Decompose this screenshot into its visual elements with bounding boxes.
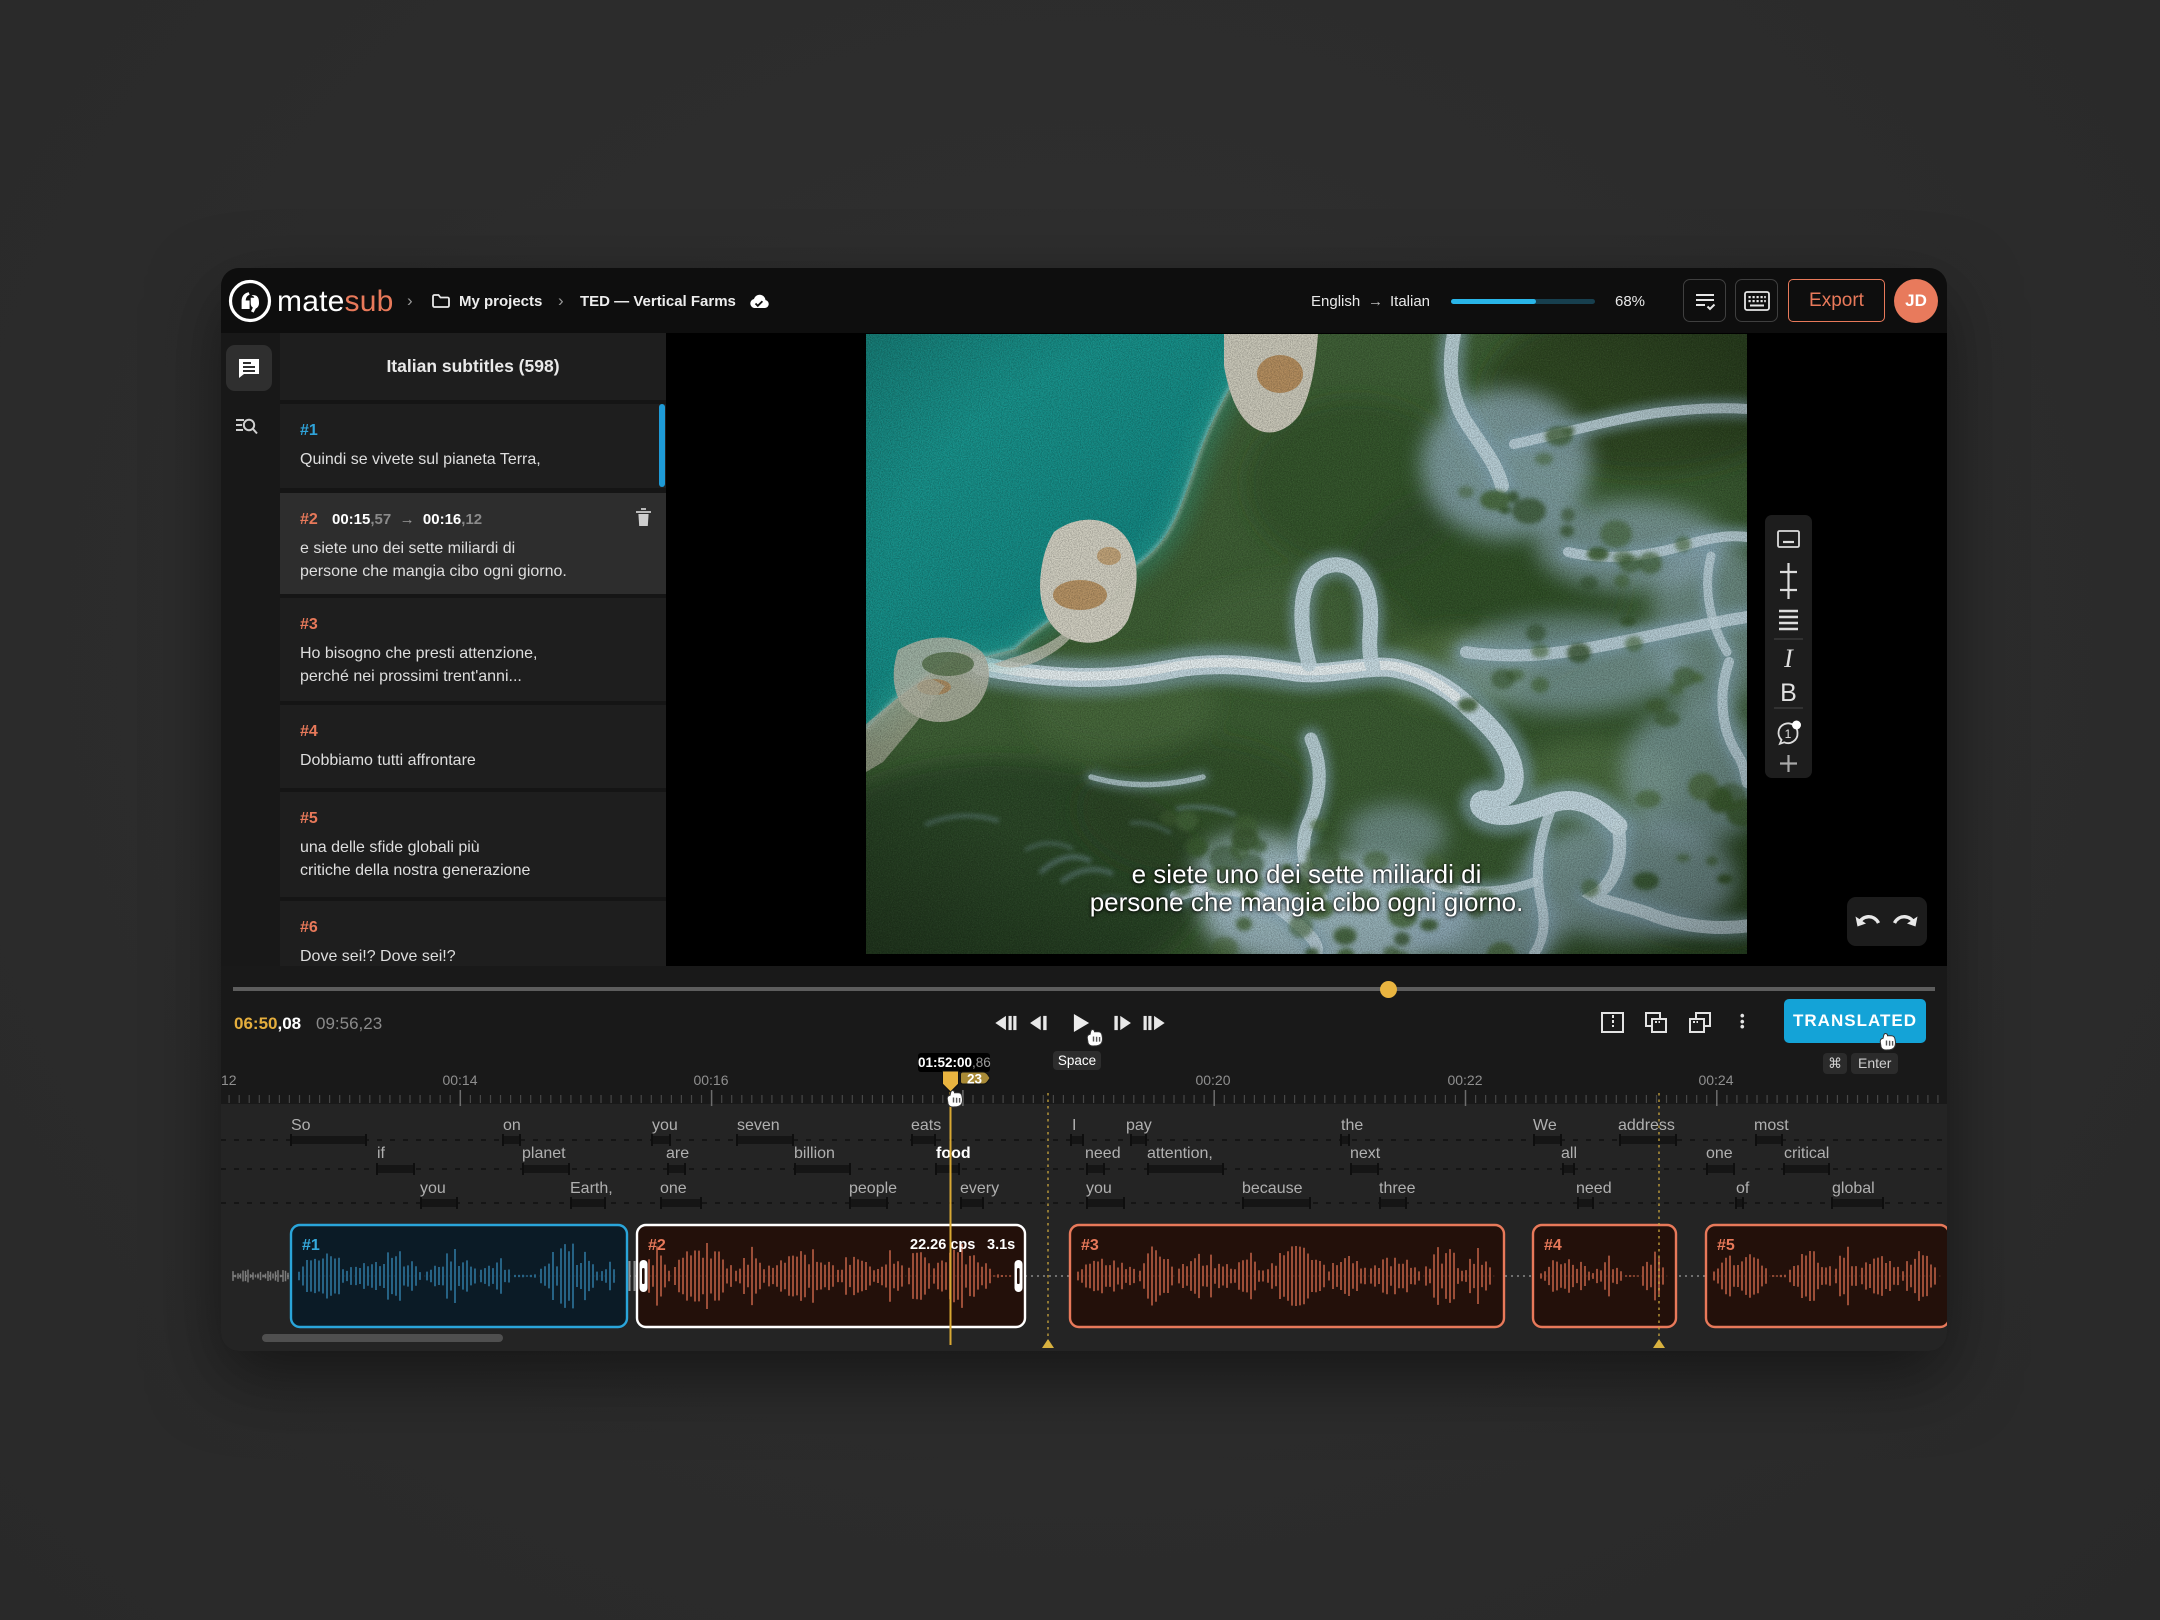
svg-text:23: 23 bbox=[967, 1072, 983, 1087]
